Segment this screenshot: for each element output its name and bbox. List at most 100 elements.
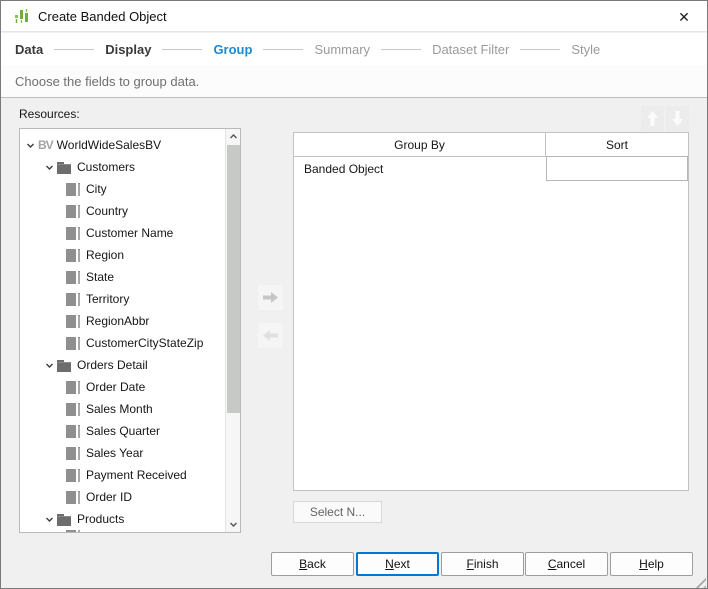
cancel-button[interactable]: Cancel [525,552,608,576]
step-connector [263,48,304,50]
next-button[interactable]: Next [356,552,439,576]
step-group[interactable]: Group [213,42,252,57]
folder-icon [57,359,71,372]
tree-item-field[interactable]: Sales Year [20,442,225,464]
tree-item-field[interactable]: City [20,178,225,200]
step-connector [54,48,95,50]
tree-item-partial [20,530,225,532]
chevron-down-icon[interactable] [44,360,55,371]
finish-button[interactable]: Finish [441,552,524,576]
dialog-title: Create Banded Object [38,8,167,24]
field-icon [66,226,80,240]
arrow-right-icon [263,292,278,303]
chevron-down-icon[interactable] [44,162,55,173]
banded-object-chart-icon [15,9,28,23]
resize-grip[interactable] [692,575,706,588]
wizard-instruction: Choose the fields to group data. [15,73,200,89]
resources-tree: BV WorldWideSalesBV Customers City Count… [20,129,225,532]
tree-item-label: Customer Name [86,226,174,240]
tree-item-field[interactable]: Customer Name [20,222,225,244]
arrow-down-icon [672,111,683,126]
tree-item-label: Orders Detail [77,358,148,372]
tree-item-label: Order Date [86,380,146,394]
step-display[interactable]: Display [105,42,151,57]
group-by-cell[interactable]: Banded Object [294,157,546,181]
tree-item-label: Sales Quarter [86,424,161,438]
table-header-row: Group By Sort [294,133,688,157]
field-icon [66,270,80,284]
remove-field-button[interactable] [258,323,283,348]
field-icon [66,446,80,460]
subtitle-row: Choose the fields to group data. [1,65,707,98]
group-by-table: Group By Sort Banded Object [293,132,689,491]
step-dataset-filter[interactable]: Dataset Filter [432,42,509,57]
chevron-down-icon[interactable] [25,140,36,151]
tree-item-folder[interactable]: Orders Detail [20,354,225,376]
tree-item-field[interactable]: Country [20,200,225,222]
tree-item-label: Country [86,204,129,218]
tree-item-folder[interactable]: Customers [20,156,225,178]
scrollbar-thumb[interactable] [227,145,240,413]
field-icon [66,468,80,482]
resources-label: Resources: [19,107,80,121]
table-row[interactable]: Banded Object [294,156,688,181]
tree-item-label: RegionAbbr [86,314,150,328]
tree-item-field[interactable]: Payment Received [20,464,225,486]
add-field-button[interactable] [258,285,283,310]
arrow-up-icon [647,111,658,126]
field-icon [66,248,80,262]
tree-item-label: Region [86,248,125,262]
tree-item-label: Sales Month [86,402,153,416]
step-summary[interactable]: Summary [314,42,370,57]
move-down-button[interactable] [666,106,689,131]
tree-item-field[interactable]: Territory [20,288,225,310]
close-icon[interactable]: ✕ [671,5,697,29]
select-n-button[interactable]: Select N... [293,501,382,523]
field-icon [66,292,80,306]
field-icon [66,402,80,416]
tree-item-label: Customers [77,160,136,174]
tree-item-label: State [86,270,115,284]
help-button[interactable]: Help [610,552,693,576]
tree-item-label: CustomerCityStateZip [86,336,204,350]
tree-item-business-view[interactable]: BV WorldWideSalesBV [20,134,225,156]
step-connector [520,48,561,50]
arrow-left-icon [263,330,278,341]
step-connector [162,48,203,50]
field-icon [66,204,80,218]
tree-item-field[interactable]: Order ID [20,486,225,508]
tree-item-field[interactable]: Order Date [20,376,225,398]
tree-item-field[interactable]: Region [20,244,225,266]
tree-item-field[interactable]: Sales Month [20,398,225,420]
folder-icon [57,161,71,174]
column-header-group-by: Group By [294,133,546,156]
tree-item-label: Products [77,512,125,526]
field-icon [66,314,80,328]
step-connector [381,48,422,50]
field-icon [66,182,80,196]
folder-icon [57,513,71,526]
chevron-down-icon[interactable] [44,514,55,525]
tree-item-field[interactable]: RegionAbbr [20,310,225,332]
tree-scrollbar[interactable] [225,129,240,532]
scroll-down-icon[interactable] [226,517,240,532]
business-view-icon: BV [38,138,54,152]
move-up-button[interactable] [641,106,664,131]
tree-item-field[interactable]: Sales Quarter [20,420,225,442]
title-bar: Create Banded Object ✕ [1,1,707,32]
resources-tree-panel: BV WorldWideSalesBV Customers City Count… [19,128,241,533]
scroll-up-icon[interactable] [226,129,240,144]
field-icon [66,530,80,532]
tree-item-label: Payment Received [86,468,187,482]
tree-item-field[interactable]: CustomerCityStateZip [20,332,225,354]
tree-item-label: WorldWideSalesBV [56,138,162,152]
field-icon [66,424,80,438]
sort-cell[interactable] [546,156,688,181]
back-button[interactable]: Back [271,552,354,576]
tree-item-field[interactable]: State [20,266,225,288]
tree-item-label: Sales Year [86,446,144,460]
tree-item-folder[interactable]: Products [20,508,225,530]
step-style[interactable]: Style [571,42,600,57]
tree-item-label: Territory [86,292,130,306]
step-data[interactable]: Data [15,42,43,57]
